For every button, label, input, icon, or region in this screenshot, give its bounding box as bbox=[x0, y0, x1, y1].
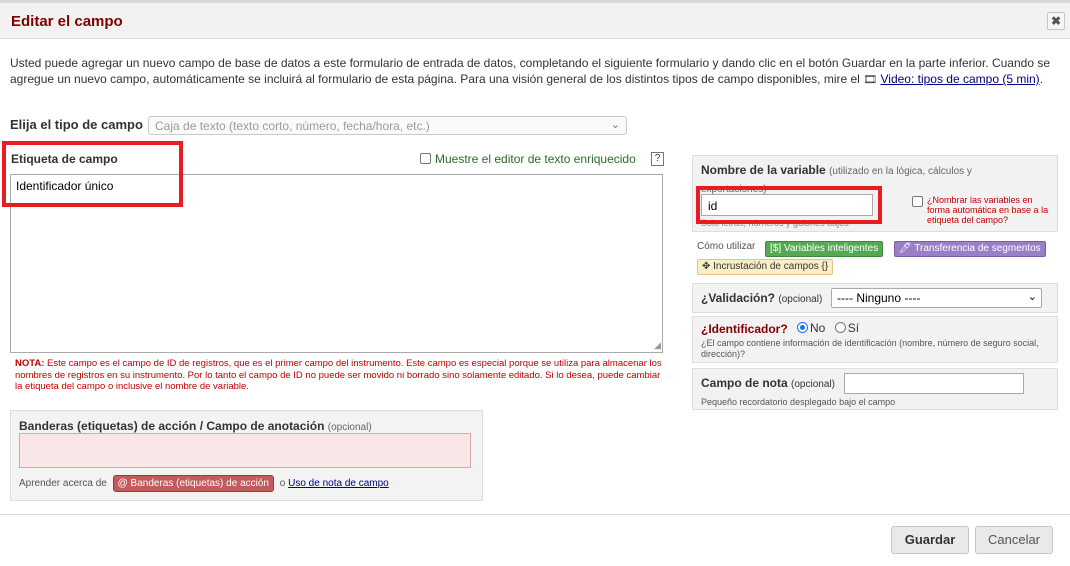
learn-or: o bbox=[279, 478, 286, 489]
dialog-title: Editar el campo bbox=[11, 13, 123, 30]
identifier-yes-radio[interactable] bbox=[834, 322, 846, 333]
identifier-options: No Sí bbox=[797, 321, 859, 335]
save-button[interactable]: Guardar bbox=[891, 526, 969, 554]
field-embedding-button[interactable]: ✥ Incrustación de campos {} bbox=[697, 259, 834, 275]
field-note-panel: Campo de nota (opcional) Pequeño recorda… bbox=[692, 368, 1058, 410]
field-type-select[interactable]: Caja de texto (texto corto, número, fech… bbox=[148, 116, 627, 135]
note-prefix: NOTA: bbox=[15, 358, 45, 369]
highlight-box-label bbox=[2, 141, 183, 207]
action-tags-learn: Aprender acerca de @ Banderas (etiquetas… bbox=[19, 475, 389, 493]
cancel-button[interactable]: Cancelar bbox=[975, 526, 1053, 554]
field-note-input[interactable] bbox=[844, 373, 1024, 394]
action-tags-title: Banderas (etiquetas) de acción / Campo d… bbox=[19, 419, 372, 433]
highlight-box-variable bbox=[696, 186, 882, 224]
variable-name-title-text: Nombre de la variable bbox=[701, 163, 826, 177]
action-tags-optional: (opcional) bbox=[327, 422, 372, 433]
identifier-no-radio[interactable] bbox=[797, 322, 808, 333]
identifier-yes-label: Sí bbox=[847, 321, 860, 335]
validation-selected: ---- Ninguno ---- bbox=[837, 291, 921, 305]
field-type-label: Elija el tipo de campo bbox=[10, 117, 143, 132]
intro-text: Usted puede agregar un nuevo campo de ba… bbox=[10, 56, 1050, 86]
auto-variable-name-label: ¿Nombrar las variables en forma automáti… bbox=[927, 195, 1049, 225]
field-note-optional: (opcional) bbox=[791, 379, 835, 390]
video-link[interactable]: Video: tipos de campo (5 min) bbox=[880, 72, 1039, 86]
identifier-panel: ¿Identificador? No Sí ¿El campo contiene… bbox=[692, 316, 1058, 363]
auto-variable-name-toggle[interactable]: ¿Nombrar las variables en forma automáti… bbox=[912, 195, 1052, 225]
action-tags-input[interactable] bbox=[19, 433, 471, 468]
field-note-help: Pequeño recordatorio desplegado bajo el … bbox=[701, 397, 896, 407]
validation-label-text: ¿Validación? bbox=[701, 291, 776, 305]
identifier-no-label: No bbox=[810, 321, 826, 335]
rich-text-toggle[interactable]: Muestre el editor de texto enriquecido bbox=[420, 152, 636, 166]
validation-select[interactable]: ---- Ninguno ---- ⌄ bbox=[831, 288, 1042, 308]
action-tags-title-text: Banderas (etiquetas) de acción / Campo d… bbox=[19, 419, 325, 433]
auto-variable-name-checkbox[interactable] bbox=[912, 196, 923, 207]
field-type-placeholder: Caja de texto (texto corto, número, fech… bbox=[155, 119, 430, 133]
close-icon[interactable]: ✖ bbox=[1047, 12, 1065, 30]
validation-label: ¿Validación? (opcional) bbox=[701, 291, 822, 305]
action-tags-button[interactable]: @ Banderas (etiquetas) de acción bbox=[112, 475, 274, 492]
rich-text-checkbox[interactable] bbox=[420, 153, 431, 164]
dialog-footer: Guardar Cancelar bbox=[0, 514, 1070, 566]
field-note-label-text: Campo de nota bbox=[701, 376, 788, 390]
action-tags-panel: Banderas (etiquetas) de acción / Campo d… bbox=[10, 410, 483, 501]
how-to-label: Cómo utilizar bbox=[697, 241, 756, 252]
field-note-usage-link[interactable]: Uso de nota de campo bbox=[288, 478, 389, 489]
film-icon: 🎞 bbox=[863, 74, 878, 86]
resize-grip-icon[interactable]: ◢ bbox=[654, 340, 661, 351]
chevron-down-icon: ⌄ bbox=[1027, 291, 1037, 303]
identifier-label: ¿Identificador? bbox=[701, 322, 788, 336]
piping-button[interactable]: 🖊 Transferencia de segmentos bbox=[894, 241, 1046, 257]
validation-optional: (opcional) bbox=[778, 294, 823, 305]
rich-text-label: Muestre el editor de texto enriquecido bbox=[435, 152, 636, 166]
id-field-note: NOTA: Este campo es el campo de ID de re… bbox=[15, 358, 665, 393]
note-text: Este campo es el campo de ID de registro… bbox=[15, 358, 662, 392]
field-note-label: Campo de nota (opcional) bbox=[701, 376, 835, 390]
chevron-down-icon: ⌄ bbox=[610, 119, 620, 131]
validation-panel: ¿Validación? (opcional) ---- Ninguno ---… bbox=[692, 283, 1058, 313]
help-icon[interactable]: ? bbox=[651, 152, 664, 166]
dialog-titlebar: Editar el campo ✖ bbox=[0, 3, 1070, 39]
identifier-help: ¿El campo contiene información de identi… bbox=[701, 338, 1039, 359]
learn-prefix: Aprender acerca de bbox=[19, 478, 107, 489]
smart-variables-button[interactable]: [$] Variables inteligentes bbox=[765, 241, 884, 257]
